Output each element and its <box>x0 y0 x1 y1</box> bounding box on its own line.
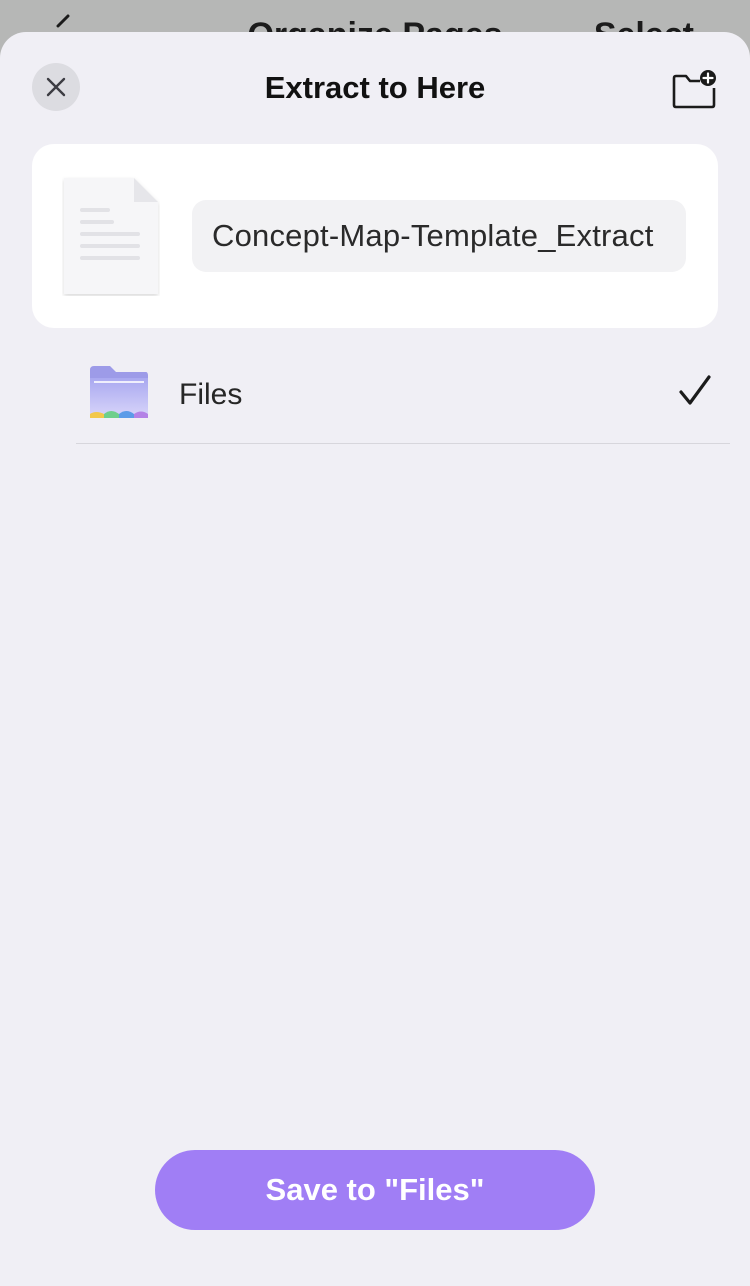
sheet-title: Extract to Here <box>264 70 486 105</box>
destination-label: Files <box>179 378 243 411</box>
extract-sheet: Extract to Here Concept-Map-Template_Ext… <box>0 32 750 1286</box>
new-folder-button[interactable] <box>670 68 718 110</box>
checkmark-icon <box>679 375 711 405</box>
folder-plus-icon <box>672 70 716 109</box>
document-icon <box>64 178 158 294</box>
file-card <box>32 144 718 328</box>
destination-row-files[interactable]: Files <box>76 364 730 444</box>
save-button[interactable]: Save to "Files" <box>155 1150 595 1230</box>
file-name-input[interactable] <box>192 200 686 272</box>
files-folder-icon <box>90 366 148 418</box>
